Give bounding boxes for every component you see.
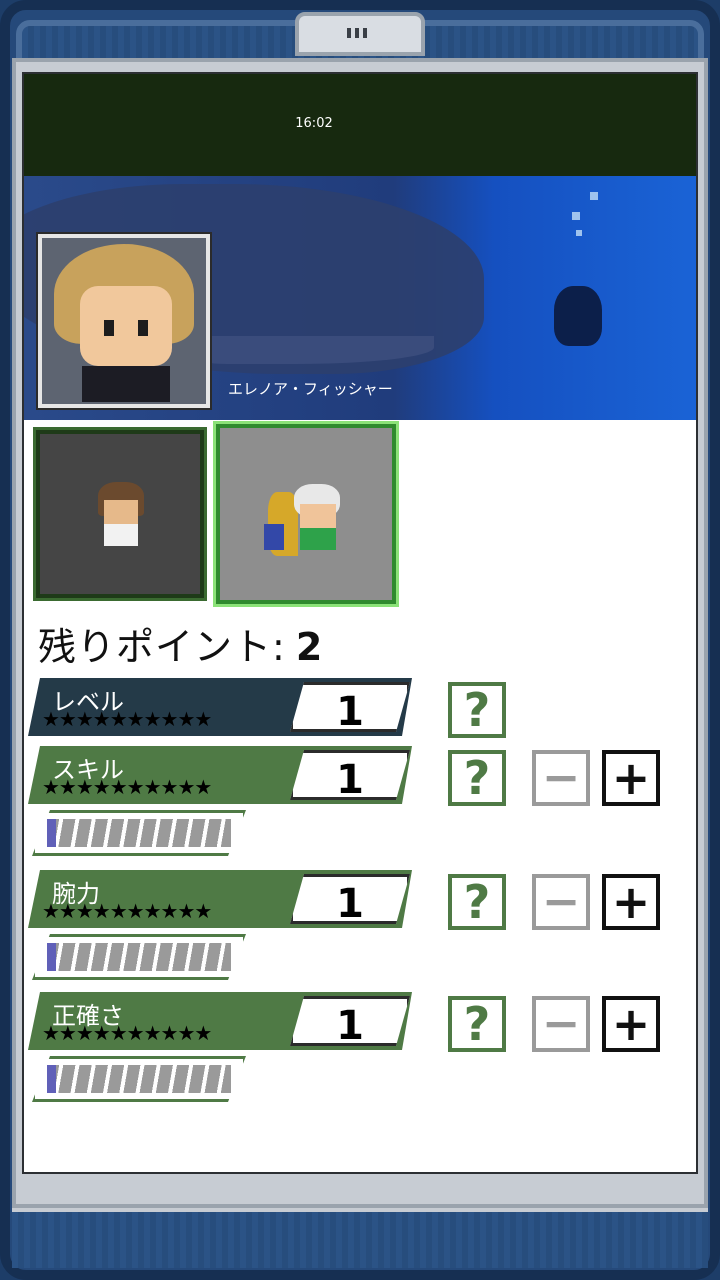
remaining-points: 残りポイント: 2 [38,616,323,671]
progress-track [47,1065,231,1093]
stat-value-box: 1 [290,874,410,924]
stat-row-level: レベル ★★★★★★★★★★ 1 ? [24,678,696,742]
stat-value: 1 [336,757,364,803]
party-member-diver-girl[interactable] [213,421,399,607]
character-name: エレノア・フィッシャー [228,380,393,398]
portrait-face [80,286,172,366]
portrait-body [82,366,170,402]
character-banner: エレノア・フィッシャー [24,176,696,420]
progress-track [47,819,231,847]
stat-value-box: 1 [290,750,410,800]
top-tab [295,12,425,56]
party-member-bearded-man[interactable] [33,427,207,601]
remaining-points-value: 2 [295,625,324,669]
remaining-points-label: 残りポイント: [38,625,286,669]
diver-silhouette-icon [554,286,602,346]
sprite-face [104,500,138,526]
increase-button[interactable]: + [602,996,660,1052]
decrease-button[interactable]: − [532,996,590,1052]
sprite-face [300,504,336,528]
clock-time: 16:02 [295,116,333,131]
help-button[interactable]: ? [448,874,506,930]
status-bar: 16:02 [24,74,696,176]
stat-value: 1 [336,881,364,927]
bubble-icon [590,192,598,200]
progress-track [47,943,231,971]
stat-stars: ★★★★★★★★★★ [42,775,212,799]
stat-row-strength: 腕力 ★★★★★★★★★★ 1 ? − + [24,870,696,934]
progress-fill [47,943,56,971]
stat-value-box: 1 [290,682,410,732]
progress-fill [47,1065,56,1093]
character-portrait [36,232,212,410]
increase-button[interactable]: + [602,874,660,930]
decrease-button[interactable]: − [532,874,590,930]
stat-stars: ★★★★★★★★★★ [42,707,212,731]
eye-icon [138,320,148,336]
stat-stars: ★★★★★★★★★★ [42,1021,212,1045]
bottom-band [12,1208,708,1268]
increase-button[interactable]: + [602,750,660,806]
bubble-icon [576,230,582,236]
skill-progress-bar [32,810,246,856]
stat-row-skill: スキル ★★★★★★★★★★ 1 ? − + [24,746,696,810]
decrease-button[interactable]: − [532,750,590,806]
sprite-body [104,524,138,546]
stat-value: 1 [336,1003,364,1049]
stat-value-box: 1 [290,996,410,1046]
sprite-body [300,528,336,550]
stat-stars: ★★★★★★★★★★ [42,899,212,923]
accuracy-progress-bar [32,1056,246,1102]
stat-row-accuracy: 正確さ ★★★★★★★★★★ 1 ? − + [24,992,696,1056]
help-button[interactable]: ? [448,682,506,738]
bubble-icon [572,212,580,220]
stat-value: 1 [336,689,364,735]
strength-progress-bar [32,934,246,980]
help-button[interactable]: ? [448,996,506,1052]
progress-fill [47,819,56,847]
fin-icon [264,524,284,550]
game-screen: 16:02 エレノア・フィッシャー 残りポイント: 2 レベル ★★★★★★★★… [22,72,698,1174]
help-button[interactable]: ? [448,750,506,806]
eye-icon [104,320,114,336]
tab-grip-icon [347,28,371,38]
